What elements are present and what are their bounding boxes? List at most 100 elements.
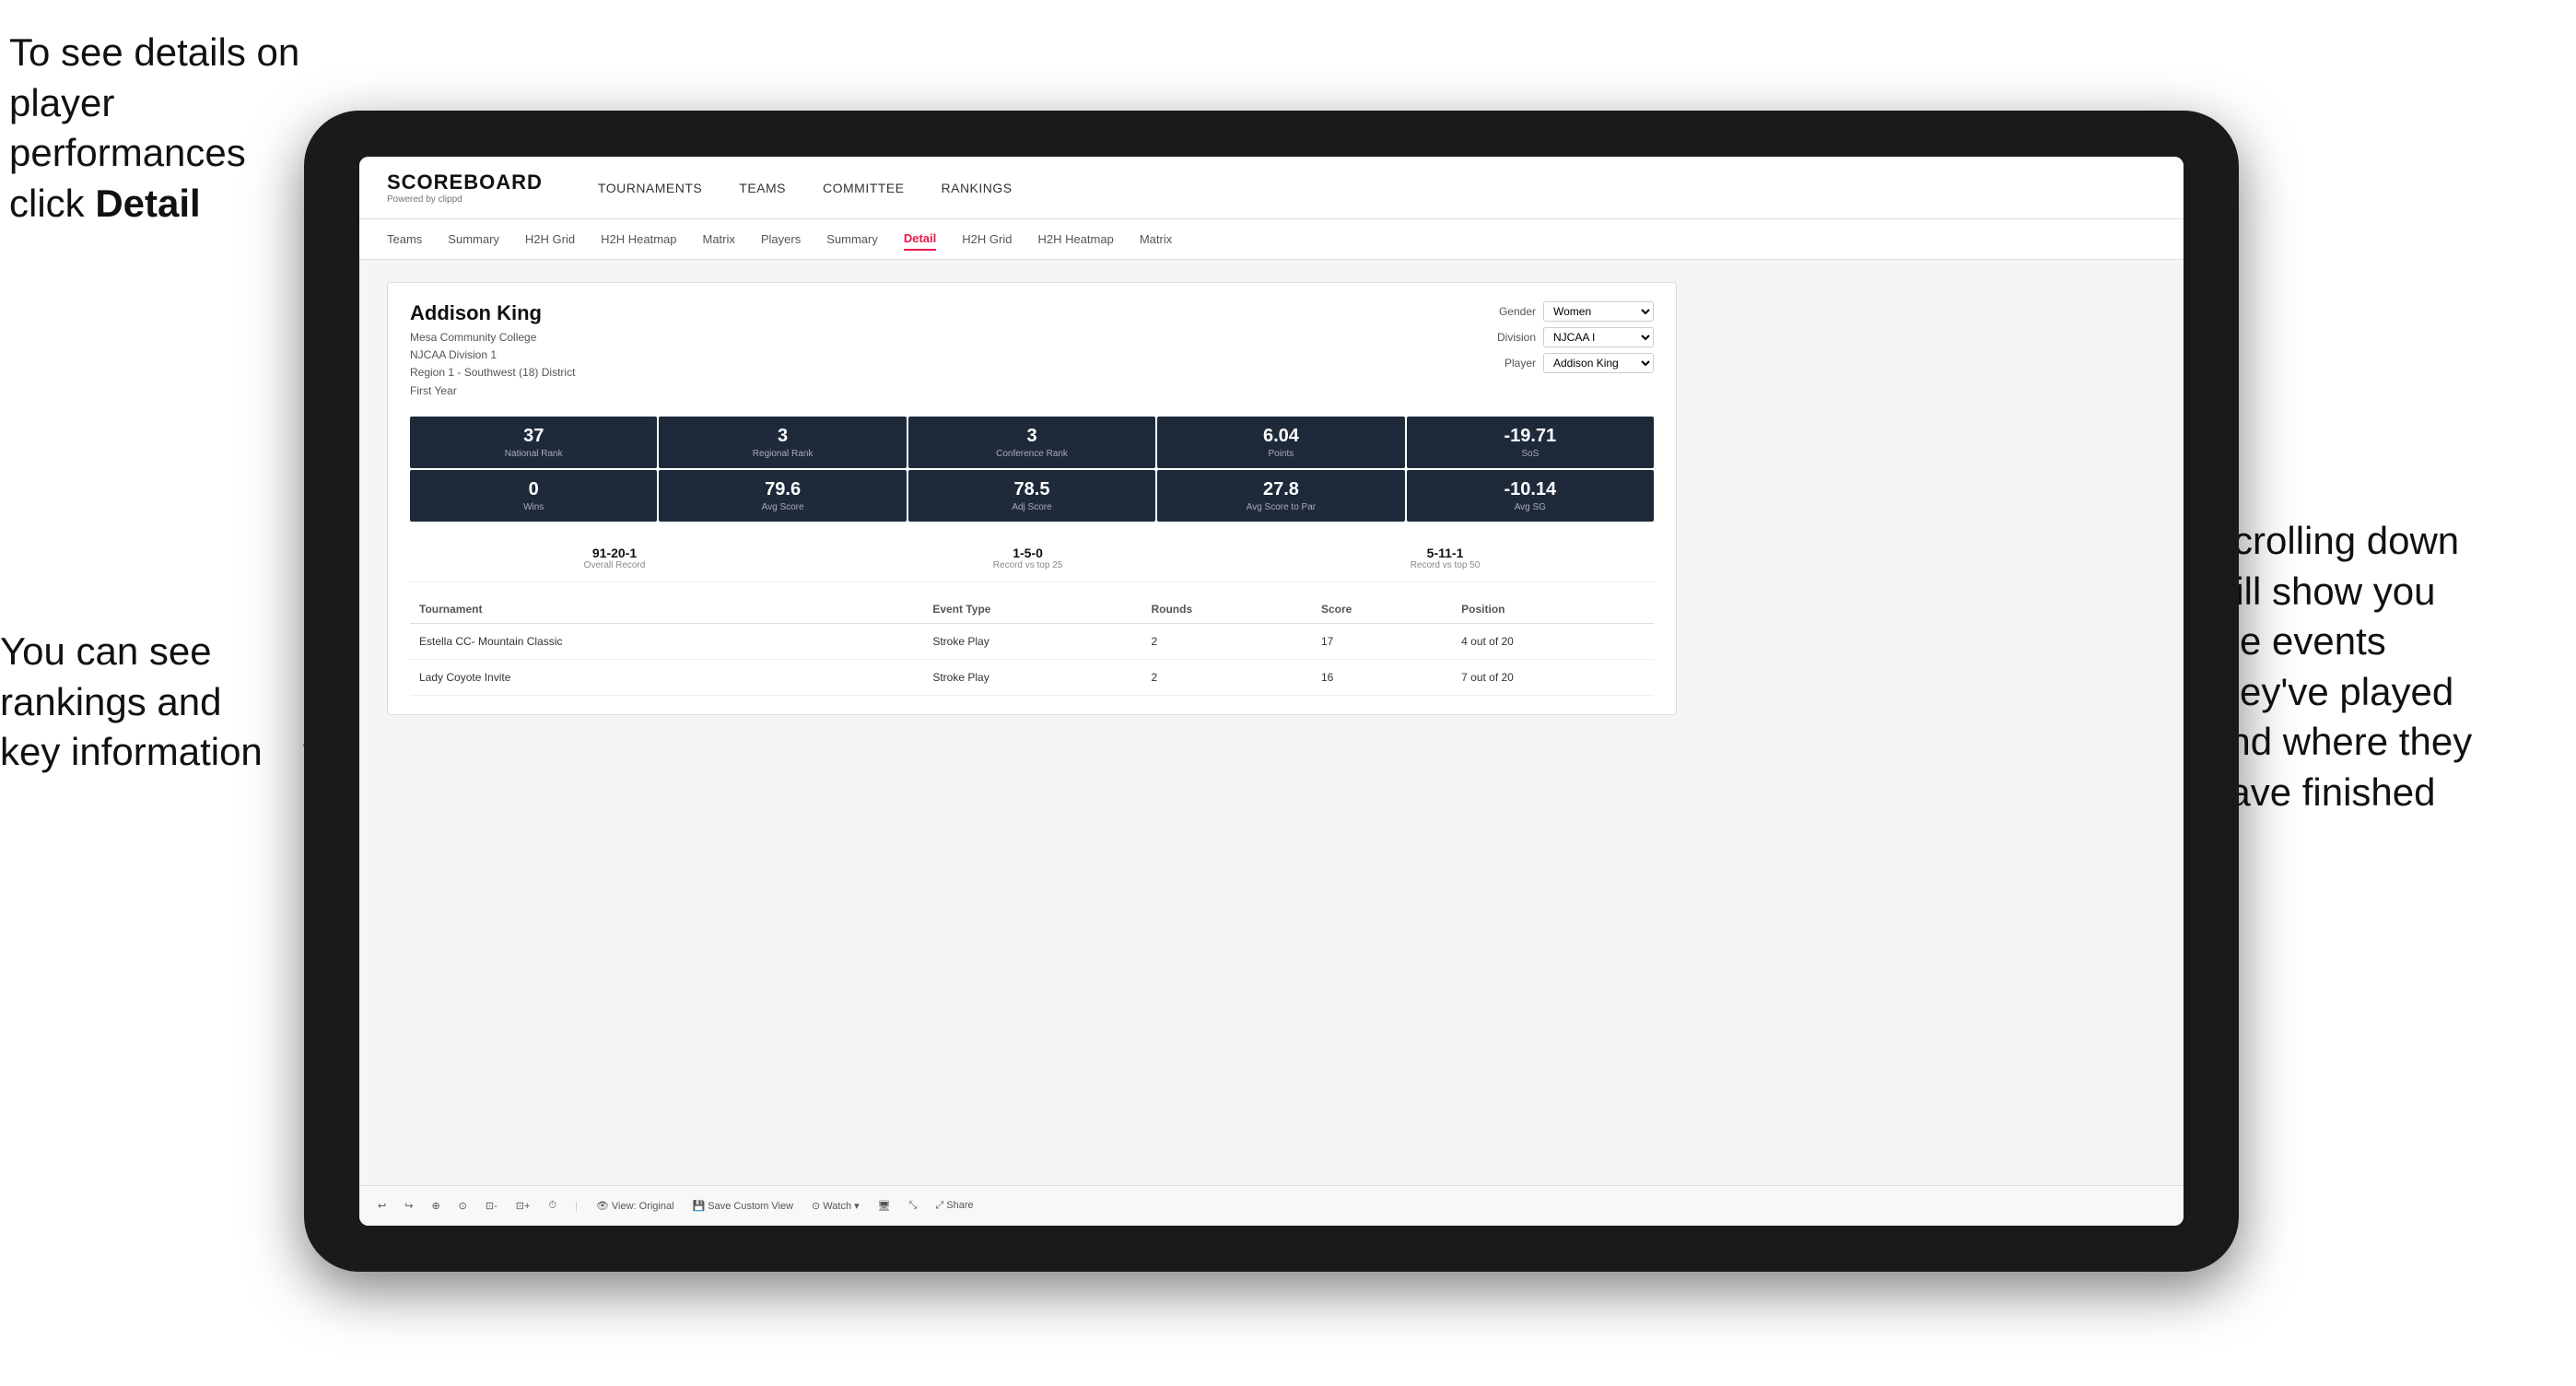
stat-label-avg-score: Avg Score: [670, 502, 895, 512]
rounds-1: 2: [1142, 623, 1311, 659]
annotation-right: Scrolling downwill show youthe eventsthe…: [2207, 516, 2558, 818]
filter-division: Division NJCAA I: [1497, 327, 1654, 347]
toolbar-screen[interactable]: 🖥: [878, 1200, 891, 1212]
stat-label-regional-rank: Regional Rank: [670, 449, 895, 459]
toolbar-zoom-in[interactable]: ⊡+: [516, 1200, 531, 1212]
toolbar-redo[interactable]: ↪: [404, 1200, 413, 1212]
stat-label-conference-rank: Conference Rank: [919, 449, 1144, 459]
player-region: Region 1 - Southwest (18) District: [410, 364, 575, 382]
record-top50-value: 5-11-1: [1411, 546, 1481, 560]
content-wrapper: Addison King Mesa Community College NJCA…: [387, 282, 1677, 715]
tablet-screen: SCOREBOARD Powered by clippd TOURNAMENTS…: [359, 157, 2184, 1226]
stat-label-points: Points: [1168, 449, 1393, 459]
col-score: Score: [1312, 595, 1452, 624]
gender-select[interactable]: Women: [1543, 301, 1654, 322]
record-top25: 1-5-0 Record vs top 25: [993, 546, 1063, 570]
subnav-h2h-grid2[interactable]: H2H Grid: [962, 229, 1012, 250]
position-2: 7 out of 20: [1452, 659, 1654, 695]
stat-value-points: 6.04: [1168, 426, 1393, 447]
toolbar-clock[interactable]: ⏱: [548, 1200, 556, 1212]
subnav-teams[interactable]: Teams: [387, 229, 422, 250]
table-header: Tournament Event Type Rounds Score Posit…: [410, 595, 1654, 624]
player-header: Addison King Mesa Community College NJCA…: [410, 301, 1654, 400]
subnav-summary2[interactable]: Summary: [826, 229, 878, 250]
subnav-matrix1[interactable]: Matrix: [702, 229, 734, 250]
tablet-frame: SCOREBOARD Powered by clippd TOURNAMENTS…: [304, 111, 2239, 1272]
nav-committee[interactable]: COMMITTEE: [823, 177, 905, 199]
stats-row-1: 37 National Rank 3 Regional Rank 3 Confe…: [410, 417, 1654, 468]
player-info: Addison King Mesa Community College NJCA…: [410, 301, 575, 400]
toolbar-watch[interactable]: ⊙ Watch ▾: [812, 1200, 860, 1212]
stat-value-avg-score-par: 27.8: [1168, 479, 1393, 500]
nav-tournaments[interactable]: TOURNAMENTS: [598, 177, 702, 199]
toolbar-share[interactable]: ⤢ Share: [935, 1200, 973, 1212]
tournament-name-1: Estella CC- Mountain Classic: [410, 623, 871, 659]
event-type-1: Stroke Play: [923, 623, 1142, 659]
event-type-2: Stroke Play: [923, 659, 1142, 695]
stat-regional-rank: 3 Regional Rank: [659, 417, 906, 468]
player-year: First Year: [410, 382, 575, 400]
stat-adj-score: 78.5 Adj Score: [908, 470, 1155, 522]
col-rounds: Rounds: [1142, 595, 1311, 624]
col-position: Position: [1452, 595, 1654, 624]
player-school: Mesa Community College: [410, 329, 575, 346]
record-top50-label: Record vs top 50: [1411, 560, 1481, 570]
subnav-h2h-grid1[interactable]: H2H Grid: [525, 229, 575, 250]
stat-label-avg-sg: Avg SG: [1418, 502, 1643, 512]
subnav-summary1[interactable]: Summary: [448, 229, 499, 250]
nav-rankings[interactable]: RANKINGS: [942, 177, 1013, 199]
rounds-2: 2: [1142, 659, 1311, 695]
player-select[interactable]: Addison King: [1543, 353, 1654, 373]
filter-gender: Gender Women: [1499, 301, 1654, 322]
annotation-top-left: To see details onplayer performancesclic…: [9, 28, 322, 229]
score-2: 16: [1312, 659, 1452, 695]
stat-label-avg-score-par: Avg Score to Par: [1168, 502, 1393, 512]
subnav-h2h-heatmap2[interactable]: H2H Heatmap: [1037, 229, 1113, 250]
logo-main: SCOREBOARD: [387, 170, 543, 194]
nav-teams[interactable]: TEAMS: [739, 177, 786, 199]
stat-label-wins: Wins: [421, 502, 646, 512]
stat-value-avg-score: 79.6: [670, 479, 895, 500]
bottom-toolbar: ↩ ↪ ⊕ ⊙ ⊡- ⊡+ ⏱ | 👁 View: Original 💾 Sav…: [359, 1185, 2184, 1226]
toolbar-zoom-out[interactable]: ⊡-: [486, 1200, 498, 1212]
tournament-empty-2: [871, 659, 923, 695]
toolbar-undo[interactable]: ↩: [378, 1200, 386, 1212]
subnav-detail[interactable]: Detail: [904, 228, 936, 251]
stat-value-regional-rank: 3: [670, 426, 895, 447]
toolbar-expand[interactable]: ⤡: [909, 1200, 918, 1212]
tournament-empty-1: [871, 623, 923, 659]
stat-value-adj-score: 78.5: [919, 479, 1144, 500]
stat-sos: -19.71 SoS: [1407, 417, 1654, 468]
stat-value-sos: -19.71: [1418, 426, 1643, 447]
subnav-players[interactable]: Players: [761, 229, 801, 250]
toolbar-save-custom[interactable]: 💾 Save Custom View: [693, 1200, 793, 1212]
toolbar-view-original[interactable]: 👁 View: Original: [596, 1200, 674, 1212]
record-overall-value: 91-20-1: [584, 546, 646, 560]
player-name: Addison King: [410, 301, 575, 325]
table-row: Estella CC- Mountain Classic Stroke Play…: [410, 623, 1654, 659]
stat-value-wins: 0: [421, 479, 646, 500]
record-overall-label: Overall Record: [584, 560, 646, 570]
stat-points: 6.04 Points: [1157, 417, 1404, 468]
position-1: 4 out of 20: [1452, 623, 1654, 659]
toolbar-view[interactable]: ⊙: [459, 1200, 467, 1212]
division-select[interactable]: NJCAA I: [1543, 327, 1654, 347]
col-event-type: Event Type: [923, 595, 1142, 624]
stat-label-national-rank: National Rank: [421, 449, 646, 459]
subnav-h2h-heatmap1[interactable]: H2H Heatmap: [601, 229, 676, 250]
player-division: NJCAA Division 1: [410, 346, 575, 364]
subnav-matrix2[interactable]: Matrix: [1140, 229, 1172, 250]
records-row: 91-20-1 Overall Record 1-5-0 Record vs t…: [410, 534, 1654, 582]
stat-value-conference-rank: 3: [919, 426, 1144, 447]
tournament-name-2: Lady Coyote Invite: [410, 659, 871, 695]
stat-national-rank: 37 National Rank: [410, 417, 657, 468]
main-content: Addison King Mesa Community College NJCA…: [359, 260, 2184, 1185]
toolbar-add[interactable]: ⊕: [431, 1200, 439, 1212]
gender-label: Gender: [1499, 305, 1536, 318]
annotation-bottom-left: You can seerankings andkey information: [0, 627, 313, 778]
col-tournament: Tournament: [410, 595, 871, 624]
stat-value-avg-sg: -10.14: [1418, 479, 1643, 500]
sub-nav: Teams Summary H2H Grid H2H Heatmap Matri…: [359, 219, 2184, 260]
app-header: SCOREBOARD Powered by clippd TOURNAMENTS…: [359, 157, 2184, 219]
stat-conference-rank: 3 Conference Rank: [908, 417, 1155, 468]
